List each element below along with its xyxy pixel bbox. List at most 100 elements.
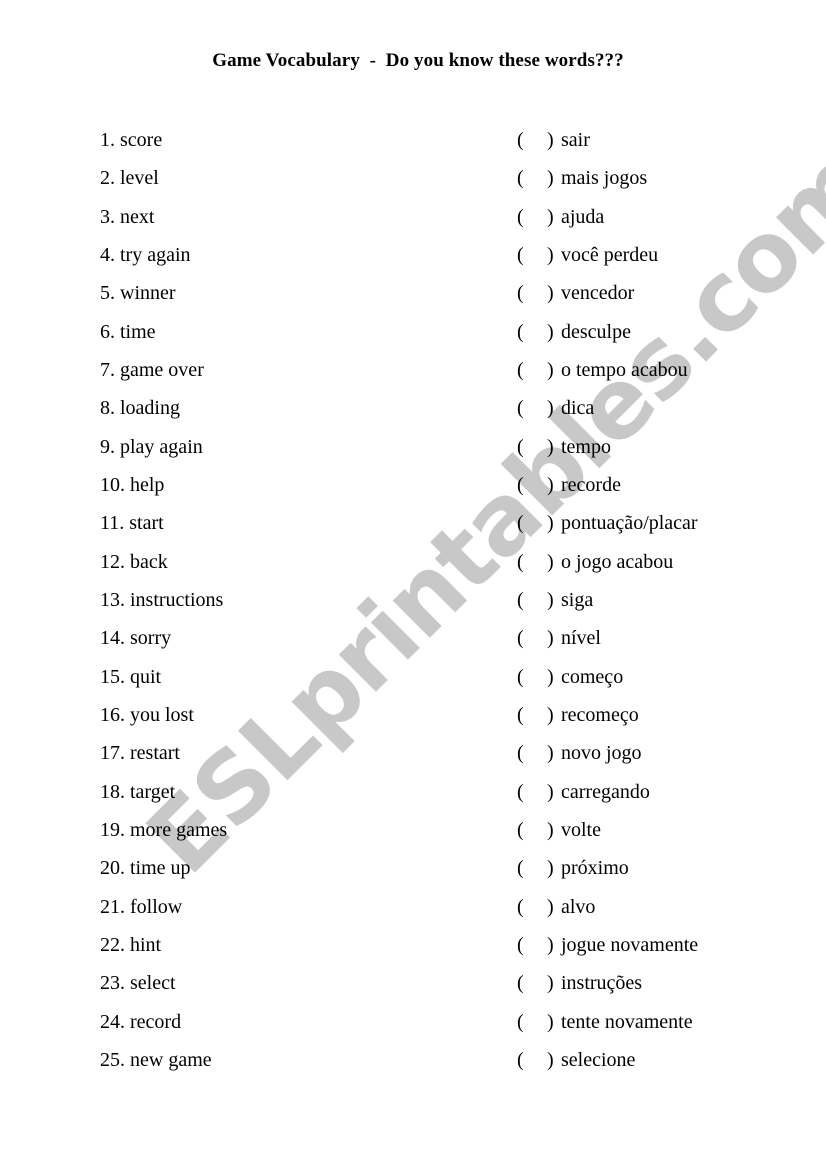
vocabulary-row: 17. restart () novo jogo (0, 740, 826, 778)
english-word: 10. help (100, 473, 165, 496)
english-word: 25. new game (100, 1048, 212, 1071)
answer-blank-open-paren: ( (517, 550, 524, 573)
portuguese-word: novo jogo (561, 742, 642, 765)
portuguese-word: nível (561, 627, 601, 650)
vocabulary-row: 24. record () tente novamente (0, 1009, 826, 1047)
vocabulary-row: 7. game over () o tempo acabou (0, 357, 826, 395)
vocabulary-matching-list: 1. score () sair 2. level () mais jogos 3. nex… (0, 127, 826, 1085)
answer-blank-open-paren: ( (517, 397, 524, 420)
vocabulary-row: 20. time up () próximo (0, 855, 826, 893)
portuguese-word: pontuação/placar (561, 512, 698, 535)
answer-blank-open-paren: ( (517, 358, 524, 381)
answer-blank-close-paren: ) (547, 703, 554, 726)
answer-blank-open-paren: ( (517, 243, 524, 266)
portuguese-word: o jogo acabou (561, 550, 674, 573)
portuguese-word: ajuda (561, 205, 605, 228)
answer-blank-open-paren: ( (517, 282, 524, 305)
answer-blank-close-paren: ) (547, 627, 554, 650)
vocabulary-row: 9. play again () tempo (0, 434, 826, 472)
vocabulary-row: 6. time () desculpe (0, 319, 826, 357)
english-word: 15. quit (100, 665, 162, 688)
answer-blank-open-paren: ( (517, 435, 524, 458)
answer-blank-open-paren: ( (517, 780, 524, 803)
answer-blank-close-paren: ) (547, 243, 554, 266)
answer-blank-open-paren: ( (517, 129, 524, 151)
portuguese-word: siga (561, 588, 594, 611)
answer-blank-close-paren: ) (547, 665, 554, 688)
english-word: 5. winner (100, 282, 176, 305)
portuguese-word: volte (561, 818, 601, 841)
vocabulary-row: 5. winner () vencedor (0, 280, 826, 318)
english-word: 1. score (100, 129, 163, 151)
portuguese-word: desculpe (561, 320, 631, 343)
portuguese-word: começo (561, 665, 624, 688)
english-word: 22. hint (100, 933, 162, 956)
english-word: 4. try again (100, 243, 191, 266)
answer-blank-close-paren: ) (547, 780, 554, 803)
portuguese-word: carregando (561, 780, 650, 803)
answer-blank-close-paren: ) (547, 358, 554, 381)
answer-blank-close-paren: ) (547, 435, 554, 458)
portuguese-word: alvo (561, 895, 596, 918)
answer-blank-close-paren: ) (547, 895, 554, 918)
vocabulary-row: 8. loading () dica (0, 395, 826, 433)
answer-blank-close-paren: ) (547, 1010, 554, 1033)
vocabulary-row: 10. help () recorde (0, 472, 826, 510)
answer-blank-open-paren: ( (517, 627, 524, 650)
answer-blank-close-paren: ) (547, 167, 554, 190)
page-title: Game Vocabulary - Do you know these word… (212, 50, 624, 71)
portuguese-word: jogue novamente (561, 933, 699, 956)
answer-blank-close-paren: ) (547, 320, 554, 343)
answer-blank-open-paren: ( (517, 818, 524, 841)
english-word: 18. target (100, 780, 176, 803)
portuguese-word: instruções (561, 972, 643, 995)
portuguese-word: o tempo acabou (561, 358, 688, 381)
vocabulary-row: 3. next () ajuda (0, 204, 826, 242)
vocabulary-row: 18. target () carregando (0, 779, 826, 817)
answer-blank-close-paren: ) (547, 512, 554, 535)
english-word: 24. record (100, 1010, 182, 1033)
answer-blank-close-paren: ) (547, 397, 554, 420)
answer-blank-open-paren: ( (517, 512, 524, 535)
english-word: 23. select (100, 972, 176, 995)
english-word: 12. back (100, 550, 168, 573)
portuguese-word: próximo (561, 857, 629, 880)
answer-blank-open-paren: ( (517, 895, 524, 918)
vocabulary-row: 13. instructions () siga (0, 587, 826, 625)
english-word: 19. more games (100, 818, 228, 841)
answer-blank-open-paren: ( (517, 742, 524, 765)
vocabulary-row: 2. level () mais jogos (0, 165, 826, 203)
answer-blank-close-paren: ) (547, 550, 554, 573)
vocabulary-row: 14. sorry () nível (0, 625, 826, 663)
english-word: 9. play again (100, 435, 203, 458)
vocabulary-row: 22. hint () jogue novamente (0, 932, 826, 970)
english-word: 17. restart (100, 742, 180, 765)
answer-blank-close-paren: ) (547, 588, 554, 611)
vocabulary-row: 23. select () instruções (0, 970, 826, 1008)
vocabulary-row: 25. new game () selecione (0, 1047, 826, 1085)
portuguese-word: recorde (561, 473, 621, 496)
portuguese-word: vencedor (561, 282, 635, 305)
english-word: 14. sorry (100, 627, 172, 650)
answer-blank-close-paren: ) (547, 282, 554, 305)
answer-blank-close-paren: ) (547, 473, 554, 496)
vocabulary-row: 21. follow () alvo (0, 894, 826, 932)
vocabulary-row: 19. more games () volte (0, 817, 826, 855)
answer-blank-open-paren: ( (517, 473, 524, 496)
answer-blank-open-paren: ( (517, 703, 524, 726)
portuguese-word: dica (561, 397, 595, 420)
vocabulary-row: 1. score () sair (0, 127, 826, 165)
english-word: 16. you lost (100, 703, 194, 726)
english-word: 6. time (100, 320, 156, 343)
answer-blank-close-paren: ) (547, 972, 554, 995)
vocabulary-row: 12. back () o jogo acabou (0, 549, 826, 587)
answer-blank-open-paren: ( (517, 933, 524, 956)
vocabulary-row: 16. you lost () recomeço (0, 702, 826, 740)
english-word: 2. level (100, 167, 159, 190)
english-word: 3. next (100, 205, 155, 228)
portuguese-word: mais jogos (561, 167, 648, 190)
english-word: 20. time up (100, 857, 191, 880)
english-word: 13. instructions (100, 588, 224, 611)
english-word: 7. game over (100, 358, 204, 381)
answer-blank-open-paren: ( (517, 857, 524, 880)
